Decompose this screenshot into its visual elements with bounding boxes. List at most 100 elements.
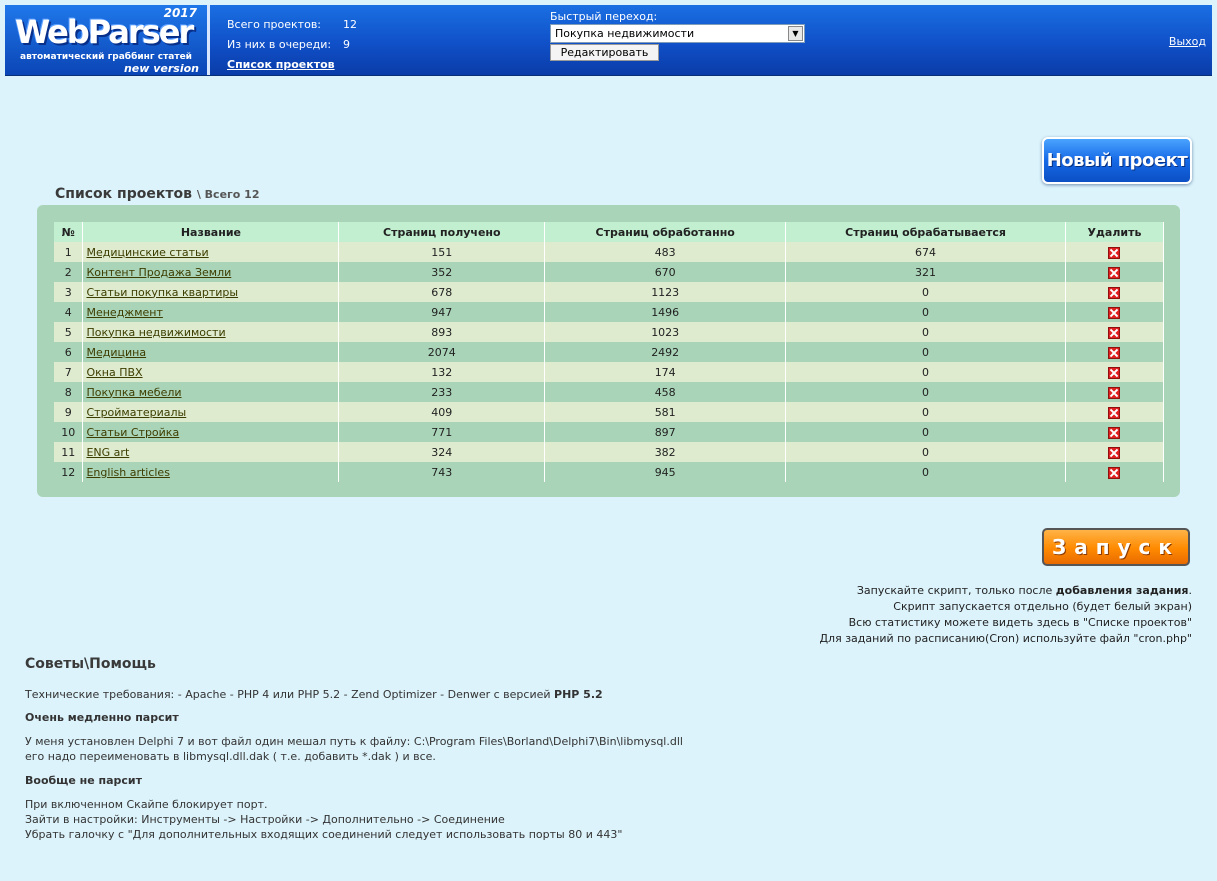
logo-version: new version (123, 62, 199, 75)
project-name-link[interactable]: Окна ПВХ (86, 366, 142, 379)
webparser-logo[interactable]: 2017 WebParser автоматический граббинг с… (5, 5, 210, 75)
dropdown-arrow-icon[interactable]: ▼ (788, 26, 803, 41)
total-projects-label: Всего проектов: (227, 18, 322, 31)
project-name-link[interactable]: Статьи Стройка (86, 426, 179, 439)
row-name-cell: Медицина (82, 342, 340, 362)
project-name-link[interactable]: Покупка мебели (86, 386, 181, 399)
row-delete-cell (1065, 402, 1165, 422)
project-name-link[interactable]: ENG art (86, 446, 129, 459)
help-answer-slow: У меня установлен Delphi 7 и вот файл од… (25, 735, 683, 763)
row-name-cell: Покупка мебели (82, 382, 340, 402)
row-pages-received: 233 (338, 382, 546, 402)
row-number: 3 (54, 282, 84, 302)
total-projects-value: 12 (343, 18, 357, 31)
project-name-link[interactable]: Медицинские статьи (86, 246, 208, 259)
row-name-cell: Стройматериалы (82, 402, 340, 422)
row-pages-processing: 0 (785, 342, 1066, 362)
project-name-link[interactable]: Статьи покупка квартиры (86, 286, 238, 299)
logout-link[interactable]: Выход (1169, 35, 1206, 48)
row-pages-processing: 0 (785, 402, 1066, 422)
table-row: 5 Покупка недвижимости 893 1023 0 (54, 322, 1165, 342)
delete-icon[interactable] (1108, 326, 1121, 339)
row-pages-received: 151 (338, 242, 546, 262)
table-header-row: № Название Страниц получено Страниц обра… (54, 222, 1165, 242)
project-name-link[interactable]: English articles (86, 466, 169, 479)
row-pages-processed: 2492 (544, 342, 787, 362)
delete-icon[interactable] (1108, 306, 1121, 319)
row-number: 5 (54, 322, 84, 342)
queue-projects-label: Из них в очереди: (227, 38, 332, 51)
row-pages-processing: 321 (785, 262, 1066, 282)
row-pages-processed: 945 (544, 462, 787, 482)
row-pages-processed: 458 (544, 382, 787, 402)
row-pages-received: 771 (338, 422, 546, 442)
help-section: Советы\Помощь Технические требования: - … (25, 656, 683, 842)
row-delete-cell (1065, 282, 1165, 302)
project-table-body: 1 Медицинские статьи 151 483 674 2 Контент Про… (54, 242, 1165, 482)
row-pages-processed: 670 (544, 262, 787, 282)
project-name-link[interactable]: Покупка недвижимости (86, 326, 225, 339)
project-name-link[interactable]: Менеджмент (86, 306, 162, 319)
help-question-not-parsing: Вообще не парсит (25, 774, 143, 787)
table-row: 2 Контент Продажа Земли 352 670 321 (54, 262, 1165, 282)
col-header-number: № (54, 222, 84, 242)
row-delete-cell (1065, 422, 1165, 442)
row-name-cell: Покупка недвижимости (82, 322, 340, 342)
delete-icon[interactable] (1108, 246, 1121, 259)
row-pages-processing: 0 (785, 422, 1066, 442)
delete-icon[interactable] (1108, 286, 1121, 299)
delete-icon[interactable] (1108, 446, 1121, 459)
table-row: 8 Покупка мебели 233 458 0 (54, 382, 1165, 402)
delete-icon[interactable] (1108, 406, 1121, 419)
row-name-cell: Контент Продажа Земли (82, 262, 340, 282)
row-pages-processing: 0 (785, 442, 1066, 462)
delete-icon[interactable] (1108, 386, 1121, 399)
row-name-cell: ENG art (82, 442, 340, 462)
quick-jump: Быстрый переход: Покупка недвижимости ▼ … (550, 10, 805, 61)
run-button[interactable]: Запуск (1042, 528, 1190, 566)
row-delete-cell (1065, 322, 1165, 342)
row-pages-processing: 0 (785, 362, 1066, 382)
row-pages-processed: 1496 (544, 302, 787, 322)
run-note-3: Всю статистику можете видеть здесь в "Сп… (848, 616, 1192, 629)
row-pages-processed: 581 (544, 402, 787, 422)
table-row: 3 Статьи покупка квартиры 678 1123 0 (54, 282, 1165, 302)
quick-jump-label: Быстрый переход: (550, 10, 658, 23)
row-delete-cell (1065, 262, 1165, 282)
delete-icon[interactable] (1108, 426, 1121, 439)
table-row: 6 Медицина 2074 2492 0 (54, 342, 1165, 362)
row-pages-processing: 0 (785, 302, 1066, 322)
row-number: 11 (54, 442, 84, 462)
project-table: № Название Страниц получено Страниц обра… (54, 222, 1165, 482)
col-header-pages-received: Страниц получено (338, 222, 546, 242)
help-answer-not-parsing: При включенном Скайпе блокирует порт. За… (25, 798, 623, 841)
row-pages-received: 409 (338, 402, 546, 422)
delete-icon[interactable] (1108, 266, 1121, 279)
quick-jump-select[interactable]: Покупка недвижимости ▼ (550, 24, 805, 43)
project-list-link[interactable]: Список проектов (227, 58, 335, 71)
row-delete-cell (1065, 462, 1165, 482)
edit-button[interactable]: Редактировать (550, 44, 659, 61)
project-name-link[interactable]: Медицина (86, 346, 146, 359)
row-delete-cell (1065, 382, 1165, 402)
new-project-button[interactable]: Новый проект (1042, 137, 1192, 184)
delete-icon[interactable] (1108, 366, 1121, 379)
row-pages-received: 947 (338, 302, 546, 322)
run-notes: Запускайте скрипт, только после добавлен… (819, 583, 1192, 647)
row-pages-processed: 174 (544, 362, 787, 382)
row-number: 9 (54, 402, 84, 422)
row-pages-received: 678 (338, 282, 546, 302)
row-pages-processing: 0 (785, 382, 1066, 402)
row-name-cell: English articles (82, 462, 340, 482)
delete-icon[interactable] (1108, 346, 1121, 359)
project-name-link[interactable]: Контент Продажа Земли (86, 266, 231, 279)
delete-icon[interactable] (1108, 466, 1121, 479)
table-row: 10 Статьи Стройка 771 897 0 (54, 422, 1165, 442)
row-number: 2 (54, 262, 84, 282)
project-name-link[interactable]: Стройматериалы (86, 406, 186, 419)
row-pages-received: 132 (338, 362, 546, 382)
row-number: 7 (54, 362, 84, 382)
table-row: 4 Менеджмент 947 1496 0 (54, 302, 1165, 322)
col-header-pages-processed: Страниц обработанно (544, 222, 787, 242)
quick-jump-selected: Покупка недвижимости (555, 27, 695, 40)
